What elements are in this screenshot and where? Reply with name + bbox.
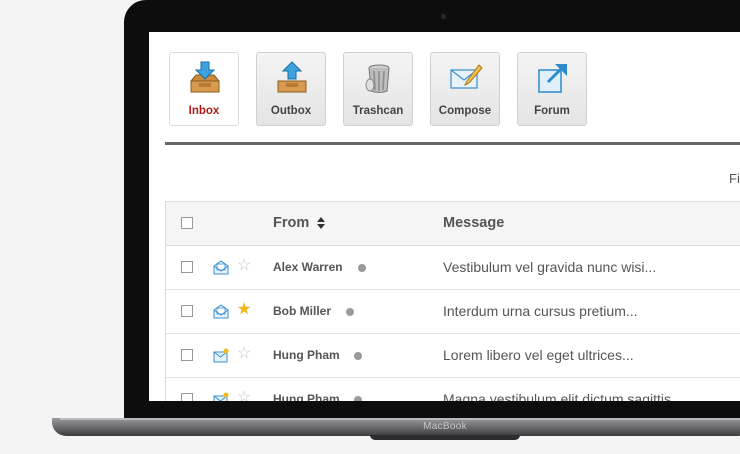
compose-envelope-icon bbox=[450, 64, 483, 89]
row-checkbox[interactable] bbox=[181, 393, 193, 401]
app-screen: Inbox Outbox Trashcan Compose Forum Fi F… bbox=[149, 32, 740, 401]
trashcan-button[interactable]: Trashcan bbox=[343, 52, 413, 126]
camera-icon bbox=[441, 14, 446, 19]
filter-label: Fi bbox=[729, 171, 740, 186]
trashcan-icon bbox=[365, 64, 390, 93]
select-all-checkbox[interactable] bbox=[181, 217, 193, 229]
toolbar-divider bbox=[165, 142, 740, 145]
compose-label: Compose bbox=[438, 105, 492, 117]
read-mail-icon bbox=[213, 260, 229, 275]
star-icon[interactable]: ☆ bbox=[237, 257, 251, 275]
message-column-header: Message bbox=[443, 215, 505, 231]
table-row[interactable]: ☆ Hung Pham Lorem libero vel eget ultric… bbox=[166, 334, 740, 378]
row-checkbox[interactable] bbox=[181, 305, 193, 317]
sender-name: Hung Pham bbox=[273, 392, 340, 401]
forum-external-icon bbox=[538, 64, 567, 93]
status-dot bbox=[354, 352, 362, 360]
message-table: From Message ☆ Alex Warren Vestibulum ve… bbox=[165, 201, 740, 401]
sender-name: Alex Warren bbox=[273, 260, 343, 274]
forum-button[interactable]: Forum bbox=[517, 52, 587, 126]
row-checkbox[interactable] bbox=[181, 349, 193, 361]
laptop-base-edge bbox=[60, 418, 740, 420]
table-header: From Message bbox=[166, 202, 740, 246]
new-mail-icon bbox=[213, 348, 229, 363]
star-icon[interactable]: ☆ bbox=[237, 389, 251, 401]
outbox-label: Outbox bbox=[270, 105, 312, 117]
status-dot bbox=[346, 308, 354, 316]
status-dot bbox=[354, 396, 362, 401]
laptop-notch bbox=[370, 435, 520, 440]
new-mail-icon bbox=[213, 392, 229, 401]
star-icon[interactable]: ☆ bbox=[237, 345, 251, 363]
outbox-upload-icon bbox=[277, 61, 307, 93]
sender-name: Bob Miller bbox=[273, 304, 332, 318]
message-preview[interactable]: Magna vestibulum elit dictum sagittis... bbox=[443, 391, 683, 401]
status-dot bbox=[358, 264, 366, 272]
table-row[interactable]: ☆ Alex Warren Vestibulum vel gravida nun… bbox=[166, 246, 740, 290]
message-preview[interactable]: Interdum urna cursus pretium... bbox=[443, 303, 638, 319]
table-row[interactable]: ★ Bob Miller Interdum urna cursus pretiu… bbox=[166, 290, 740, 334]
inbox-button[interactable]: Inbox bbox=[169, 52, 239, 126]
device-brand: MacBook bbox=[423, 421, 467, 432]
inbox-download-icon bbox=[190, 61, 220, 93]
forum-label: Forum bbox=[534, 105, 570, 117]
compose-button[interactable]: Compose bbox=[430, 52, 500, 126]
row-checkbox[interactable] bbox=[181, 261, 193, 273]
message-preview[interactable]: Lorem libero vel eget ultrices... bbox=[443, 347, 634, 363]
trashcan-label: Trashcan bbox=[352, 105, 404, 117]
sender-name: Hung Pham bbox=[273, 348, 340, 362]
message-preview[interactable]: Vestibulum vel gravida nunc wisi... bbox=[443, 259, 656, 275]
inbox-label: Inbox bbox=[188, 105, 220, 117]
starred-icon[interactable]: ★ bbox=[237, 301, 251, 319]
outbox-button[interactable]: Outbox bbox=[256, 52, 326, 126]
table-row[interactable]: ☆ Hung Pham Magna vestibulum elit dictum… bbox=[166, 378, 740, 401]
read-mail-icon bbox=[213, 304, 229, 319]
sort-icon[interactable] bbox=[317, 217, 325, 229]
from-column-header[interactable]: From bbox=[273, 215, 309, 231]
